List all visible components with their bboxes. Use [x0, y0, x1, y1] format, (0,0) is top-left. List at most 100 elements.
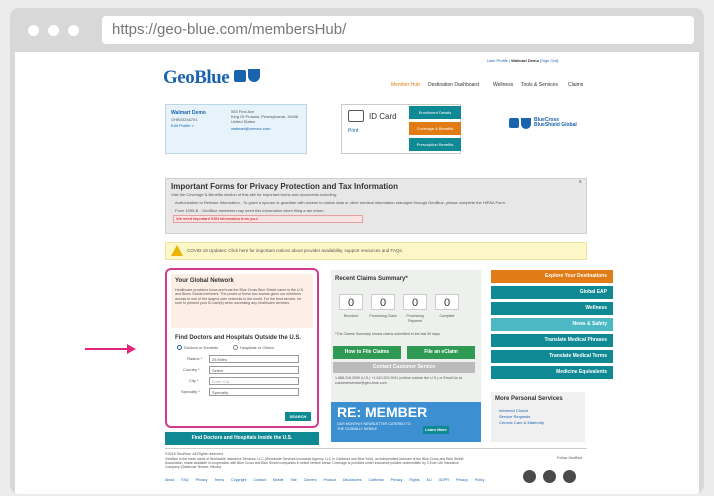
nav-claims[interactable]: Claims: [568, 82, 583, 88]
privacy-item-form-1095b[interactable]: Form 1095-B - GeoBlue members may need t…: [175, 208, 325, 213]
window-minimize-dot[interactable]: [48, 25, 59, 36]
find-doctors-title: Find Doctors and Hospitals Outside the U…: [175, 335, 302, 341]
footer-link-copyright[interactable]: Copyright: [231, 478, 246, 482]
privacy-subtitle: Visit the Coverage & Benefits section of…: [171, 192, 338, 197]
user-profile-link[interactable]: User Profile: [487, 58, 508, 63]
radius-label: Radius *: [187, 356, 203, 361]
address-bar[interactable]: https://geo-blue.com/membersHub/: [102, 16, 694, 44]
footer-link-privacy[interactable]: Privacy: [196, 478, 208, 482]
search-button[interactable]: SEARCH: [285, 412, 311, 421]
city-input[interactable]: Enter City: [209, 377, 299, 385]
bcbs-cross-icon: [509, 118, 519, 128]
ssn-alert[interactable]: We need important SSN information from y…: [173, 215, 363, 223]
edit-profile-link[interactable]: Edit Profile »: [171, 123, 194, 128]
bcbs-shield-icon: [521, 118, 531, 129]
privacy-close-icon[interactable]: x: [579, 180, 582, 185]
claims-processing-claim-count: 0: [371, 294, 395, 310]
wellness-button[interactable]: Wellness: [491, 302, 613, 315]
nav-tools-services[interactable]: Tools & Services: [521, 82, 558, 88]
browser-window: https://geo-blue.com/membersHub/ GeoBlue…: [10, 8, 704, 494]
footer-link-faq[interactable]: FAQ: [181, 478, 188, 482]
id-card-label[interactable]: ID Card: [369, 112, 397, 121]
footer-link-california[interactable]: California Privacy Rights: [368, 478, 419, 482]
follow-geoblue-label: Follow GeoBlue: [557, 456, 583, 460]
global-eap-button[interactable]: Global EAP: [491, 286, 613, 299]
chronic-care-link[interactable]: Chronic Care & Maternity: [499, 420, 544, 425]
nav-wellness[interactable]: Wellness: [493, 82, 513, 88]
prescription-benefits-button[interactable]: Prescription Benefits: [409, 138, 461, 151]
pointer-arrow-head: [127, 344, 136, 354]
warning-icon: [171, 245, 183, 256]
covid-text[interactable]: COVID-19 Updates: Click here for importa…: [187, 248, 403, 253]
claims-processing-payment-label: Processing Payment: [406, 314, 424, 323]
footer-link-terms[interactable]: Terms: [214, 478, 224, 482]
claims-complete-label: Complete: [439, 314, 455, 318]
id-card-print-link[interactable]: Print: [348, 128, 358, 134]
footer-links: About FAQ Privacy Terms Copyright Contac…: [165, 478, 484, 483]
global-network-body: Healthcare providers know and trust the …: [175, 288, 305, 306]
claims-received-count: 0: [339, 294, 363, 310]
twitter-icon[interactable]: [543, 470, 556, 483]
informed-choice-link[interactable]: Informed Choice: [499, 408, 528, 413]
newsletter-learn-more-button[interactable]: Learn More: [423, 426, 449, 434]
country-select[interactable]: Select: [209, 366, 299, 374]
radio-doctors-dentists[interactable]: [177, 345, 182, 350]
radio-hospitals-clinics[interactable]: [233, 345, 238, 350]
country-label: Country *: [183, 367, 200, 372]
service-requests-link[interactable]: Service Requests: [499, 414, 530, 419]
footer-link-about[interactable]: About: [165, 478, 174, 482]
facebook-icon[interactable]: [523, 470, 536, 483]
id-card-icon: [348, 110, 364, 122]
newsletter-subtitle: OUR MONTHLY NEWSLETTER CATERED TO THE GL…: [337, 422, 411, 431]
browser-toolbar: https://geo-blue.com/membersHub/: [10, 8, 704, 52]
radio-hospitals-label: Hospitals or Clinics: [240, 345, 275, 350]
claims-summary-title: Recent Claims Summary*: [335, 276, 408, 282]
footer-legal: GeoBlue is the trade name of Worldwide I…: [165, 457, 464, 470]
footer-link-contact[interactable]: Contact: [254, 478, 266, 482]
user-name: Walmart Demo: [511, 58, 540, 63]
member-address-3: United States: [231, 119, 256, 124]
city-label: City *: [189, 378, 199, 383]
instagram-icon[interactable]: [563, 470, 576, 483]
footer-link-gdpr[interactable]: EU GDPR Privacy Policy: [427, 478, 485, 482]
footer-link-careers[interactable]: Careers: [304, 478, 317, 482]
nav-destination-dashboard[interactable]: Destination Dashboard: [428, 82, 479, 88]
geoblue-logo[interactable]: GeoBlue: [163, 67, 230, 89]
radio-doctors-label: Doctors or Dentists: [184, 345, 219, 350]
footer-link-mobile[interactable]: Mobile Site: [273, 478, 297, 482]
more-services-title: More Personal Services: [495, 396, 563, 402]
translate-terms-button[interactable]: Translate Medical Terms: [491, 350, 613, 363]
footer-divider: [165, 448, 587, 449]
window-close-dot[interactable]: [28, 25, 39, 36]
utility-links: User Profile | Walmart Demo [Sign Out]: [487, 58, 558, 63]
specialty-select[interactable]: Specialty: [209, 388, 299, 396]
member-email: walmart@cmmcc.com: [231, 126, 271, 131]
news-safety-button[interactable]: News & Safety: [491, 318, 613, 331]
privacy-item-authorization[interactable]: Authorization to Release Information - T…: [175, 200, 575, 205]
medicine-equivalents-button[interactable]: Medicine Equivalents: [491, 366, 613, 379]
translate-phrases-button[interactable]: Translate Medical Phrases: [491, 334, 613, 347]
sign-out-link[interactable]: [Sign Out]: [540, 58, 558, 63]
claims-note: *The Claims Summary shows claims submitt…: [335, 332, 441, 336]
claims-processing-claim-label: Processing Claim: [369, 314, 397, 318]
page-viewport: GeoBlue User Profile | Walmart Demo [Sig…: [15, 52, 699, 494]
enrollment-details-button[interactable]: Enrollment Details: [409, 106, 461, 119]
nav-member-hub[interactable]: Member Hub: [391, 82, 420, 88]
member-name: Walmart Demo: [171, 110, 206, 116]
coverage-benefits-button[interactable]: Coverage & Benefits: [409, 122, 461, 135]
contact-customer-service-header: Contact Customer Service: [333, 362, 475, 373]
window-maximize-dot[interactable]: [68, 25, 79, 36]
blueshield-icon: [248, 69, 260, 82]
how-to-file-claims-button[interactable]: How to File Claims: [333, 346, 401, 359]
radius-select[interactable]: 25 Miles: [209, 355, 299, 363]
footer-link-disclosures[interactable]: Product Disclosures: [324, 478, 362, 482]
member-id: GHB03246701: [171, 117, 198, 122]
explore-destinations-button[interactable]: Explore Your Destinations: [491, 270, 613, 283]
privacy-title: Important Forms for Privacy Protection a…: [171, 182, 398, 191]
claims-complete-count: 0: [435, 294, 459, 310]
bluecross-icon: [234, 70, 246, 82]
contact-info: 1.888.216.2050 (U.S.) +1.610.523.9911 (c…: [335, 376, 462, 385]
claims-received-label: Received: [343, 314, 359, 318]
find-inside-us-button[interactable]: Find Doctors and Hospitals Inside the U.…: [165, 432, 319, 445]
file-eclaim-button[interactable]: File an eClaim: [407, 346, 475, 359]
